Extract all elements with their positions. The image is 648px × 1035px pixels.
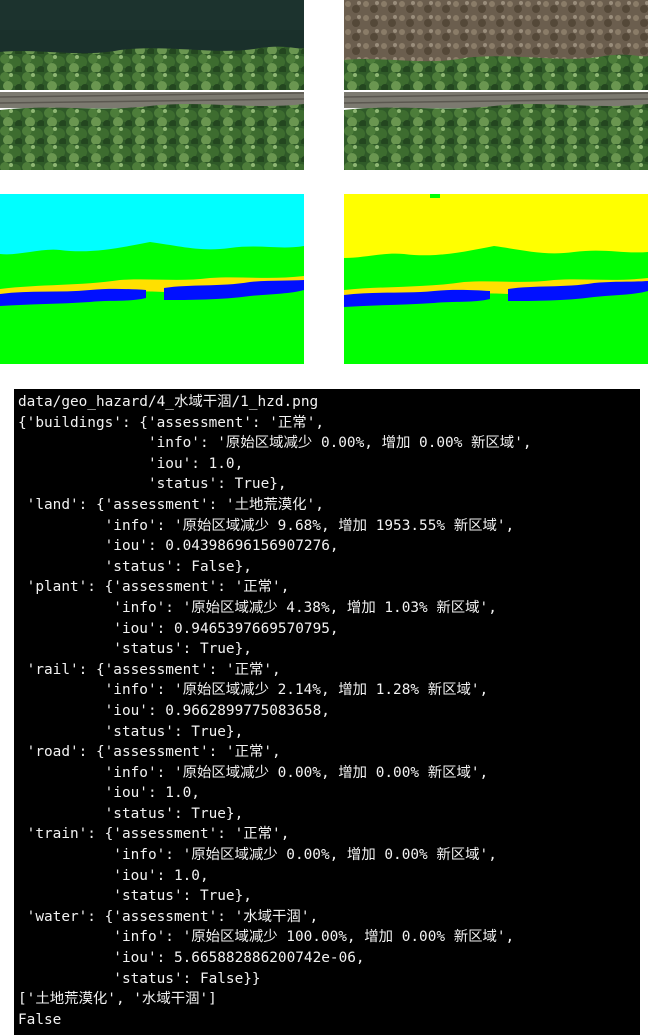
terminal-lines: data/geo_hazard/4_水域干涸/1_hzd.png {'build…: [18, 392, 532, 1030]
terminal-line: 'iou': 5.665882886200742e-06,: [18, 950, 365, 967]
terminal-line: 'status': True},: [18, 476, 287, 493]
terminal-line: 'status': True},: [18, 723, 244, 740]
segmentation-mask-before: [0, 194, 304, 364]
terminal-line: 'iou': 1.0,: [18, 867, 209, 884]
terminal-line: 'info': '原始区域减少 0.00%, 增加 0.00% 新区域',: [18, 435, 532, 452]
terminal-line: 'status': False},: [18, 558, 252, 575]
segmentation-mask-after: [344, 194, 648, 364]
terminal-line: 'land': {'assessment': '土地荒漠化',: [18, 496, 324, 513]
terminal-line: 'road': {'assessment': '正常',: [18, 744, 281, 761]
terminal-line-filepath: data/geo_hazard/4_水域干涸/1_hzd.png: [18, 394, 319, 410]
terminal-line: 'iou': 0.04398696156907276,: [18, 538, 339, 555]
terminal-line: 'rail': {'assessment': '正常',: [18, 661, 281, 678]
terminal-line: 'info': '原始区域减少 2.14%, 增加 1.28% 新区域',: [18, 682, 489, 699]
terminal-line: 'status': True},: [18, 641, 252, 658]
aerial-photo-river-full: [0, 0, 304, 170]
terminal-line: 'status': True},: [18, 888, 252, 905]
terminal-line: 'iou': 0.9662899775083658,: [18, 702, 330, 719]
terminal-line: {'buildings': {'assessment': '正常',: [18, 414, 325, 431]
terminal-line: 'train': {'assessment': '正常',: [18, 826, 290, 843]
terminal-line: 'info': '原始区域减少 4.38%, 增加 1.03% 新区域',: [18, 599, 497, 616]
terminal-line-result: False: [18, 1011, 62, 1028]
terminal-line: 'info': '原始区域减少 0.00%, 增加 0.00% 新区域',: [18, 764, 489, 781]
terminal-line: 'iou': 1.0,: [18, 455, 244, 472]
aerial-photo-river-dried: [344, 0, 648, 170]
terminal-line: 'plant': {'assessment': '正常',: [18, 579, 290, 596]
terminal-line-hazard-list: ['土地荒漠化', '水域干涸']: [18, 991, 217, 1008]
terminal-line: 'info': '原始区域减少 9.68%, 增加 1953.55% 新区域',: [18, 517, 515, 534]
segmentation-mask-before-icon: [0, 194, 304, 364]
terminal-line: 'iou': 1.0,: [18, 785, 200, 802]
terminal-line: 'status': False}}: [18, 970, 261, 987]
aerial-photo-before: [0, 0, 304, 170]
terminal-line: 'info': '原始区域减少 0.00%, 增加 0.00% 新区域',: [18, 847, 497, 864]
terminal-output: data/geo_hazard/4_水域干涸/1_hzd.png {'build…: [14, 389, 640, 1035]
terminal-line: 'status': True},: [18, 805, 244, 822]
terminal-line: 'iou': 0.9465397669570795,: [18, 620, 339, 637]
aerial-photo-after: [344, 0, 648, 170]
terminal-line: 'water': {'assessment': '水域干涸',: [18, 908, 319, 925]
segmentation-mask-after-icon: [344, 194, 648, 364]
terminal-line: 'info': '原始区域减少 100.00%, 增加 0.00% 新区域',: [18, 929, 515, 946]
